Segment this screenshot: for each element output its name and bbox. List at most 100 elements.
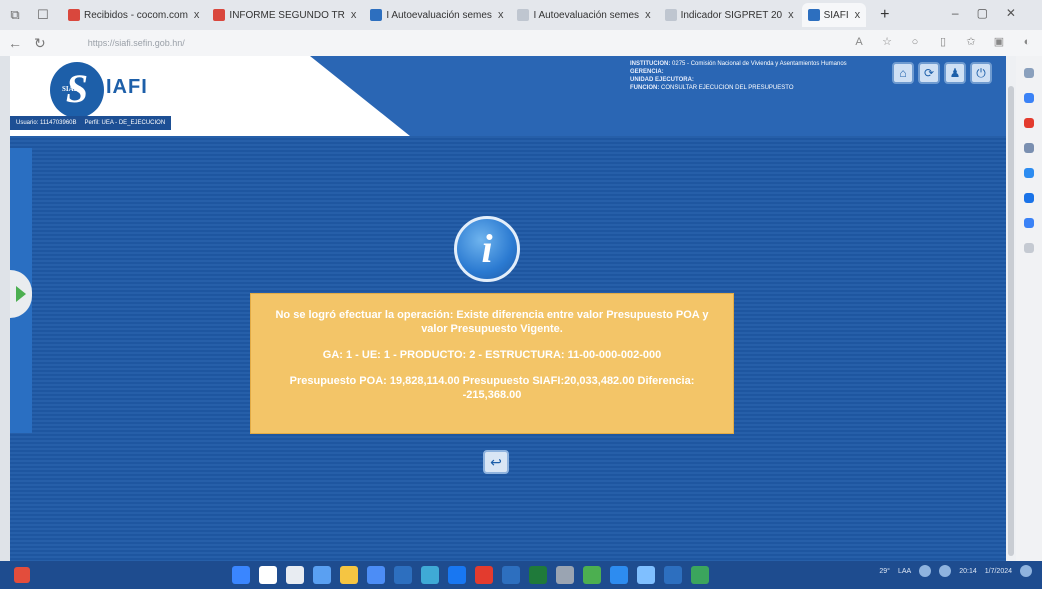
taskbar-app-icon[interactable]	[448, 566, 466, 584]
header-buttons: ⌂ ⟳ ♟ ⏻	[892, 62, 992, 84]
window-controls[interactable]: –▢✕	[952, 6, 1034, 20]
gerencia-label: GERENCIA:	[630, 69, 664, 75]
power-icon[interactable]: ⏻	[970, 62, 992, 84]
refresh-icon[interactable]: ⟳	[918, 62, 940, 84]
favorites-icon[interactable]: ✩	[964, 35, 978, 49]
header-info: INSTITUCIÓN: 0275 - Comisión Nacional de…	[630, 60, 930, 92]
extension-icon[interactable]: ○	[908, 35, 922, 49]
return-button[interactable]: ↩	[483, 450, 509, 474]
message-line-2: GA: 1 - UE: 1 - PRODUCTO: 2 - ESTRUCTURA…	[322, 349, 662, 361]
taskbar-app-icon[interactable]	[610, 566, 628, 584]
clock-time[interactable]: 20:14	[959, 568, 977, 575]
tab-actions-icon[interactable]: ☐	[34, 6, 52, 24]
taskbar: 29° LAA 20:14 1/7/2024	[0, 561, 1042, 589]
institucion-value: 0275 - Comisión Nacional de Vivienda y A…	[672, 61, 847, 67]
tab-informe[interactable]: INFORME SEGUNDO TR x	[207, 3, 362, 27]
user-id: Usuario: 1114703960B	[16, 120, 77, 126]
shopping-icon[interactable]	[1024, 93, 1034, 103]
tab-label: I Autoevaluación semes	[386, 9, 492, 21]
user-bar: Usuario: 1114703960B Perfil: UEA - DE_EJ…	[10, 116, 172, 130]
tab-label: Indicador SIGPRET 20	[680, 9, 783, 21]
clock-date[interactable]: 1/7/2024	[985, 568, 1012, 575]
add-icon[interactable]	[1024, 243, 1034, 253]
taskbar-app-icon[interactable]	[691, 566, 709, 584]
volume-icon[interactable]	[939, 565, 952, 577]
taskbar-app-icon[interactable]	[529, 566, 547, 584]
workspaces-icon[interactable]: ⧉	[6, 6, 24, 24]
close-icon[interactable]: x	[194, 9, 200, 21]
wifi-icon[interactable]	[919, 565, 932, 577]
tab-autoevaluacion-1[interactable]: I Autoevaluación semes x	[364, 3, 509, 27]
taskbar-app-icon[interactable]	[340, 566, 358, 584]
message-line-1: No se logró efectuar la operación: Exist…	[275, 309, 709, 335]
language-text[interactable]: LAA	[898, 568, 911, 575]
youtube-icon[interactable]	[1024, 118, 1034, 128]
search-icon[interactable]	[1024, 68, 1034, 78]
tab-recibidos[interactable]: Recibidos - cocom.com x	[62, 3, 205, 27]
taskbar-app-icon[interactable]	[475, 566, 493, 584]
browser-tab-bar: ⧉ ☐ Recibidos - cocom.com x INFORME SEGU…	[0, 0, 1042, 30]
taskbar-app-icon[interactable]	[637, 566, 655, 584]
taskbar-app-icon[interactable]	[367, 566, 385, 584]
system-tray: 29° LAA 20:14 1/7/2024	[879, 565, 1032, 577]
taskbar-app-icon[interactable]	[313, 566, 331, 584]
unidad-label: UNIDAD EJECUTORA:	[630, 77, 694, 83]
info-icon: i	[454, 216, 520, 282]
siafi-logo: S SIAFI	[50, 62, 104, 118]
tab-label: SIAFI	[823, 9, 849, 21]
taskbar-app-icon[interactable]	[259, 566, 277, 584]
browser-toolbar: A ☆ ○ ▯ ✩ ▣ ◐	[852, 35, 1034, 49]
collections-icon[interactable]: ▣	[992, 35, 1006, 49]
close-icon[interactable]: x	[855, 9, 861, 21]
siafi-icon	[807, 9, 820, 21]
url-field[interactable]: https://siafi.sefin.gob.hn/	[88, 38, 185, 48]
close-icon[interactable]: x	[498, 9, 504, 21]
office-icon[interactable]	[1024, 218, 1034, 228]
games-icon[interactable]	[1024, 168, 1034, 178]
new-tab-button[interactable]: +	[880, 6, 889, 24]
funcion-label: FUNCIÓN:	[630, 85, 660, 91]
gmail-icon	[68, 9, 80, 21]
taskbar-app-icon[interactable]	[232, 566, 250, 584]
close-icon[interactable]: x	[645, 9, 651, 21]
back-icon[interactable]: ←	[8, 35, 22, 51]
taskbar-app-icon[interactable]	[286, 566, 304, 584]
taskbar-app-icon[interactable]	[664, 566, 682, 584]
reload-icon[interactable]: ↻	[34, 35, 46, 52]
outlook-icon[interactable]	[1024, 193, 1034, 203]
user-icon[interactable]: ♟	[944, 62, 966, 84]
error-message-box: No se logró efectuar la operación: Exist…	[250, 293, 734, 434]
address-bar: ← ↻ https://siafi.sefin.gob.hn/ A ☆ ○ ▯ …	[0, 30, 1042, 56]
user-profile: Perfil: UEA - DE_EJECUCION	[84, 120, 166, 126]
read-aloud-icon[interactable]: A	[852, 35, 866, 49]
profile-icon[interactable]: ◐	[1020, 35, 1034, 49]
taskbar-app-icon[interactable]	[556, 566, 574, 584]
scrollbar-thumb[interactable]	[1008, 86, 1014, 556]
logo-text: IAFI	[106, 76, 148, 98]
close-icon[interactable]: x	[351, 9, 357, 21]
gmail-icon	[213, 9, 226, 21]
taskbar-app-icon[interactable]	[421, 566, 439, 584]
message-line-3: Presupuesto POA: 19,828,114.00 Presupues…	[289, 375, 695, 401]
logo-sub: SIAFI	[62, 85, 81, 93]
app-header: S SIAFI IAFI Usuario: 1114703960B Perfil…	[10, 56, 1006, 136]
close-icon[interactable]: x	[788, 9, 794, 21]
taskbar-app-icon[interactable]	[583, 566, 601, 584]
favorite-icon[interactable]: ☆	[880, 35, 894, 49]
tab-label: INFORME SEGUNDO TR	[229, 9, 345, 21]
taskbar-app-icon[interactable]	[502, 566, 520, 584]
tab-siafi[interactable]: SIAFI x	[801, 3, 867, 27]
split-screen-icon[interactable]: ▯	[936, 35, 950, 49]
edge-sidebar	[1016, 56, 1042, 561]
weather-text[interactable]: 29°	[879, 568, 890, 575]
home-icon[interactable]: ⌂	[892, 62, 914, 84]
widgets-icon[interactable]	[14, 567, 30, 583]
notifications-icon[interactable]	[1020, 565, 1032, 577]
taskbar-app-icon[interactable]	[394, 566, 412, 584]
tab-autoevaluacion-2[interactable]: I Autoevaluación semes x	[511, 3, 656, 27]
scrollbar[interactable]	[1006, 56, 1016, 561]
tab-indicador[interactable]: Indicador SIGPRET 20 x	[659, 3, 800, 27]
tools-icon[interactable]	[1024, 143, 1034, 153]
institucion-label: INSTITUCIÓN:	[630, 61, 671, 67]
funcion-value: CONSULTAR EJECUCIÓN DEL PRESUPUESTO	[661, 85, 794, 91]
